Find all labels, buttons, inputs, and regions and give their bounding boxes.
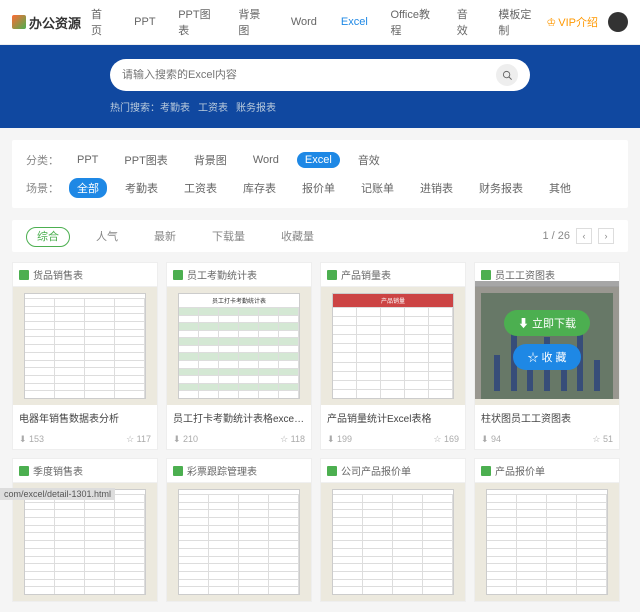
template-card[interactable]: 产品销量表产品销量产品销量统计Excel表格 ⬇ 199 ☆ 169	[320, 262, 466, 450]
template-card[interactable]: 公司产品报价单	[320, 458, 466, 602]
card-head-label: 货品销售表	[33, 267, 83, 282]
thumbnail	[475, 483, 619, 601]
excel-icon	[327, 270, 337, 280]
logo[interactable]: 办公资源	[12, 13, 81, 32]
template-card[interactable]: 彩票跟踪管理表	[166, 458, 312, 602]
hot-账务报表[interactable]: 账务报表	[236, 103, 276, 114]
thumbnail	[321, 483, 465, 601]
scene-其他[interactable]: 其他	[541, 178, 579, 198]
top-nav: 办公资源 首页 PPT PPT图表背景图 Word Excel Office教程音效模板定…	[0, 0, 640, 45]
vip-link[interactable]: ♔ VIP介绍	[546, 14, 598, 30]
card-title: 柱状图员工工资图表	[475, 405, 619, 430]
nav-PPT[interactable]: PPT	[122, 6, 155, 38]
template-card[interactable]: 货品销售表电器年销售数据表分析 ⬇ 153 ☆ 117	[12, 262, 158, 450]
nav-Word[interactable]: Word	[279, 6, 317, 38]
template-card[interactable]: 产品报价单	[474, 458, 620, 602]
favorite-count: ☆ 51	[592, 434, 613, 445]
sort-bar: 综合人气最新下载量收藏量 1 / 26 ‹ ›	[12, 220, 628, 252]
sort-收藏量[interactable]: 收藏量	[271, 228, 324, 246]
search-input[interactable]	[122, 69, 496, 81]
nav-背景图[interactable]: 背景图	[228, 6, 267, 38]
excel-icon	[327, 466, 337, 476]
scene-全部[interactable]: 全部	[69, 178, 107, 198]
card-head-label: 员工考勤统计表	[187, 267, 257, 282]
excel-icon	[173, 466, 183, 476]
card-head-label: 彩票跟踪管理表	[187, 463, 257, 478]
next-page[interactable]: ›	[598, 228, 614, 244]
search-button[interactable]	[496, 64, 518, 86]
nav-PPT图表[interactable]: PPT图表	[168, 6, 216, 38]
excel-icon	[19, 466, 29, 476]
scene-库存表[interactable]: 库存表	[235, 178, 284, 198]
scene-报价单[interactable]: 报价单	[294, 178, 343, 198]
cat-音效[interactable]: 音效	[350, 150, 388, 170]
hot-工资表[interactable]: 工资表	[198, 103, 228, 114]
favorite-count: ☆ 169	[433, 434, 459, 445]
excel-icon	[481, 466, 491, 476]
nav-音效[interactable]: 音效	[446, 6, 476, 38]
excel-icon	[481, 270, 491, 280]
cat-PPT图表[interactable]: PPT图表	[116, 150, 175, 170]
thumbnail: 产品销量	[321, 287, 465, 405]
thumbnail	[13, 483, 157, 601]
download-count: ⬇ 199	[327, 434, 352, 445]
card-title: 产品销量统计Excel表格	[321, 405, 465, 430]
search-banner: 热门搜索：考勤表工资表账务报表	[0, 45, 640, 128]
excel-icon	[173, 270, 183, 280]
card-head-label: 公司产品报价单	[341, 463, 411, 478]
favorite-button[interactable]: ☆ 收 藏	[513, 344, 580, 370]
prev-page[interactable]: ‹	[576, 228, 592, 244]
hot-考勤表[interactable]: 考勤表	[160, 103, 190, 114]
card-head-label: 产品销量表	[341, 267, 391, 282]
search-box	[110, 59, 530, 91]
thumbnail	[167, 483, 311, 601]
scene-记账单[interactable]: 记账单	[353, 178, 402, 198]
avatar[interactable]	[608, 12, 628, 32]
scene-进销表[interactable]: 进销表	[412, 178, 461, 198]
cat-背景图[interactable]: 背景图	[186, 150, 235, 170]
download-count: ⬇ 210	[173, 434, 198, 445]
card-head-label: 季度销售表	[33, 463, 83, 478]
scene-考勤表[interactable]: 考勤表	[117, 178, 166, 198]
filter-panel: 分类：PPTPPT图表背景图WordExcel音效 场景：全部考勤表工资表库存表…	[12, 140, 628, 208]
template-card[interactable]: 季度销售表	[12, 458, 158, 602]
card-hover-overlay: ⬇ 立即下载 ☆ 收 藏	[475, 281, 619, 399]
card-head-label: 员工工资图表	[495, 267, 555, 282]
favorite-count: ☆ 117	[126, 434, 151, 445]
sort-下载量[interactable]: 下载量	[202, 228, 255, 246]
card-title: 电器年销售数据表分析	[13, 405, 157, 430]
excel-icon	[19, 270, 29, 280]
cat-PPT[interactable]: PPT	[69, 152, 106, 168]
nav-Office教程[interactable]: Office教程	[380, 6, 434, 38]
sort-最新[interactable]: 最新	[144, 228, 186, 246]
favorite-count: ☆ 118	[280, 434, 305, 445]
thumbnail: 员工打卡考勤统计表	[167, 287, 311, 405]
download-button[interactable]: ⬇ 立即下载	[504, 310, 590, 336]
hot-searches: 热门搜索：考勤表工资表账务报表	[110, 99, 530, 114]
download-count: ⬇ 153	[19, 434, 44, 445]
search-icon	[502, 70, 513, 81]
sort-综合[interactable]: 综合	[26, 227, 70, 247]
nav-Excel[interactable]: Excel	[329, 6, 368, 38]
pager: 1 / 26 ‹ ›	[542, 228, 614, 244]
template-card[interactable]: 员工工资图表 ⬇ 立即下载 ☆ 收 藏柱状图员工工资图表 ⬇ 94 ☆ 51	[474, 262, 620, 450]
sort-人气[interactable]: 人气	[86, 228, 128, 246]
scene-工资表[interactable]: 工资表	[176, 178, 225, 198]
scene-财务报表[interactable]: 财务报表	[471, 178, 531, 198]
nav-首页[interactable]: 首页	[91, 6, 110, 38]
template-card[interactable]: 员工考勤统计表员工打卡考勤统计表员工打卡考勤统计表格excel模板 ⬇ 210 ☆ …	[166, 262, 312, 450]
cat-Excel[interactable]: Excel	[297, 152, 340, 168]
nav-模板定制[interactable]: 模板定制	[488, 6, 537, 38]
card-head-label: 产品报价单	[495, 463, 545, 478]
thumbnail	[13, 287, 157, 405]
card-title: 员工打卡考勤统计表格excel模板	[167, 405, 311, 430]
download-count: ⬇ 94	[481, 434, 501, 445]
status-bar: com/excel/detail-1301.html	[0, 488, 115, 500]
results-grid: 货品销售表电器年销售数据表分析 ⬇ 153 ☆ 117 员工考勤统计表员工打卡考勤统计…	[0, 252, 640, 612]
cat-Word[interactable]: Word	[245, 152, 287, 168]
